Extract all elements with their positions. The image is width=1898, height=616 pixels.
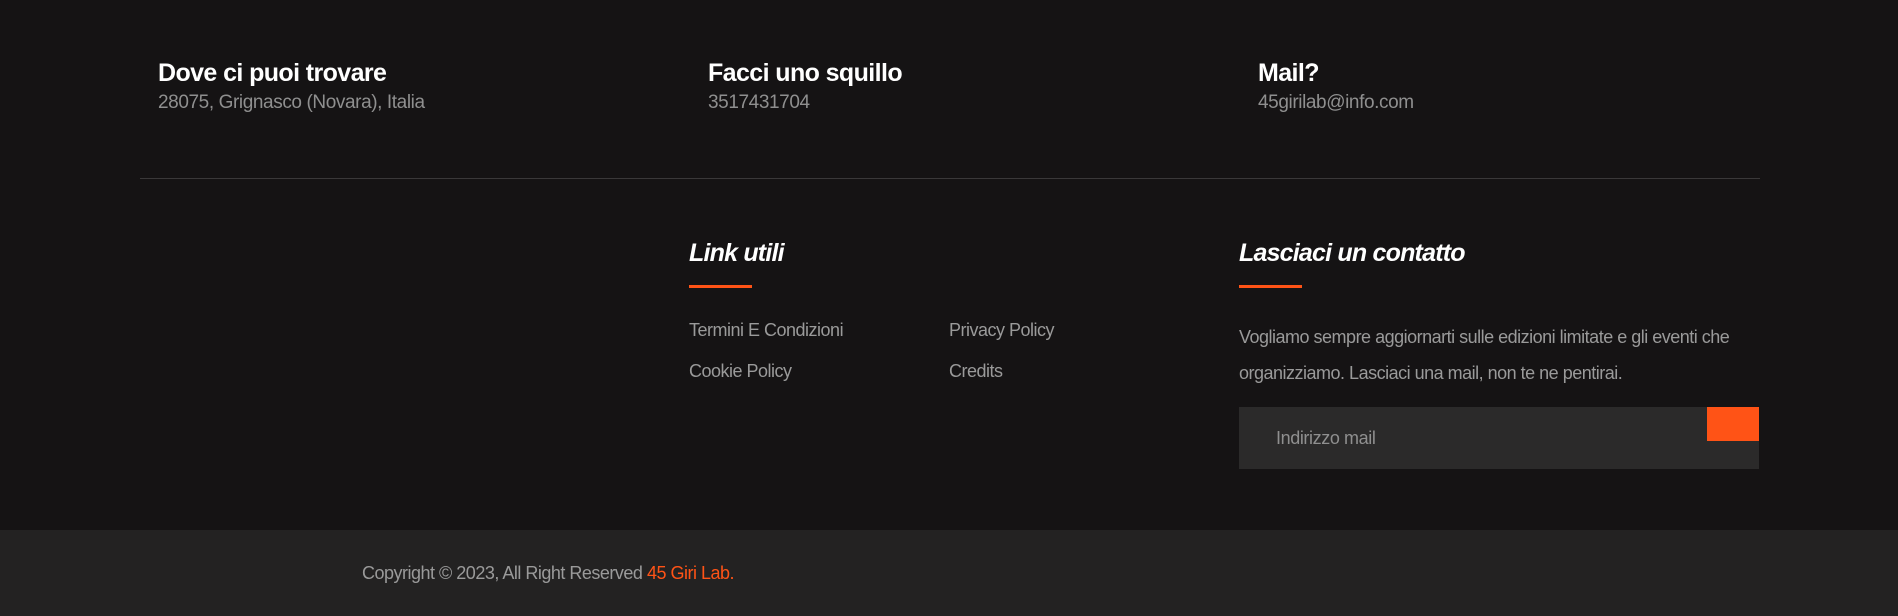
copyright-bar: Copyright © 2023, All Right Reserved 45 …: [0, 530, 1898, 616]
newsletter-underline: [1239, 285, 1302, 288]
useful-links-underline: [689, 285, 752, 288]
useful-links-title: Link utili: [689, 239, 785, 267]
email-block: Mail? 45girilab@info.com: [1258, 58, 1414, 114]
newsletter-submit-button[interactable]: [1707, 407, 1759, 441]
location-title: Dove ci puoi trovare: [158, 59, 387, 87]
section-divider: [140, 178, 1760, 179]
phone-title: Facci uno squillo: [708, 59, 903, 87]
copyright-text: Copyright © 2023, All Right Reserved 45 …: [362, 563, 735, 584]
contact-info-bar: Dove ci puoi trovare 28075, Grignasco (N…: [0, 0, 1898, 178]
link-terms-conditions[interactable]: Termini E Condizioni: [689, 320, 844, 341]
newsletter-form: [1239, 407, 1759, 469]
location-value: 28075, Grignasco (Novara), Italia: [158, 92, 425, 113]
email-value: 45girilab@info.com: [1258, 92, 1414, 113]
phone-value: 3517431704: [708, 92, 810, 113]
newsletter-description: Vogliamo sempre aggiornarti sulle edizio…: [1239, 327, 1730, 383]
email-title: Mail?: [1258, 59, 1320, 87]
brand-link[interactable]: 45 Giri Lab.: [647, 563, 735, 583]
link-privacy-policy[interactable]: Privacy Policy: [949, 320, 1055, 341]
link-cookie-policy[interactable]: Cookie Policy: [689, 361, 792, 382]
link-credits[interactable]: Credits: [949, 361, 1003, 382]
newsletter-title: Lasciaci un contatto: [1239, 239, 1466, 267]
location-block: Dove ci puoi trovare 28075, Grignasco (N…: [158, 58, 425, 114]
phone-block: Facci uno squillo 3517431704: [708, 58, 903, 114]
email-input[interactable]: [1239, 407, 1679, 469]
copyright-label: Copyright © 2023, All Right Reserved: [362, 563, 643, 583]
